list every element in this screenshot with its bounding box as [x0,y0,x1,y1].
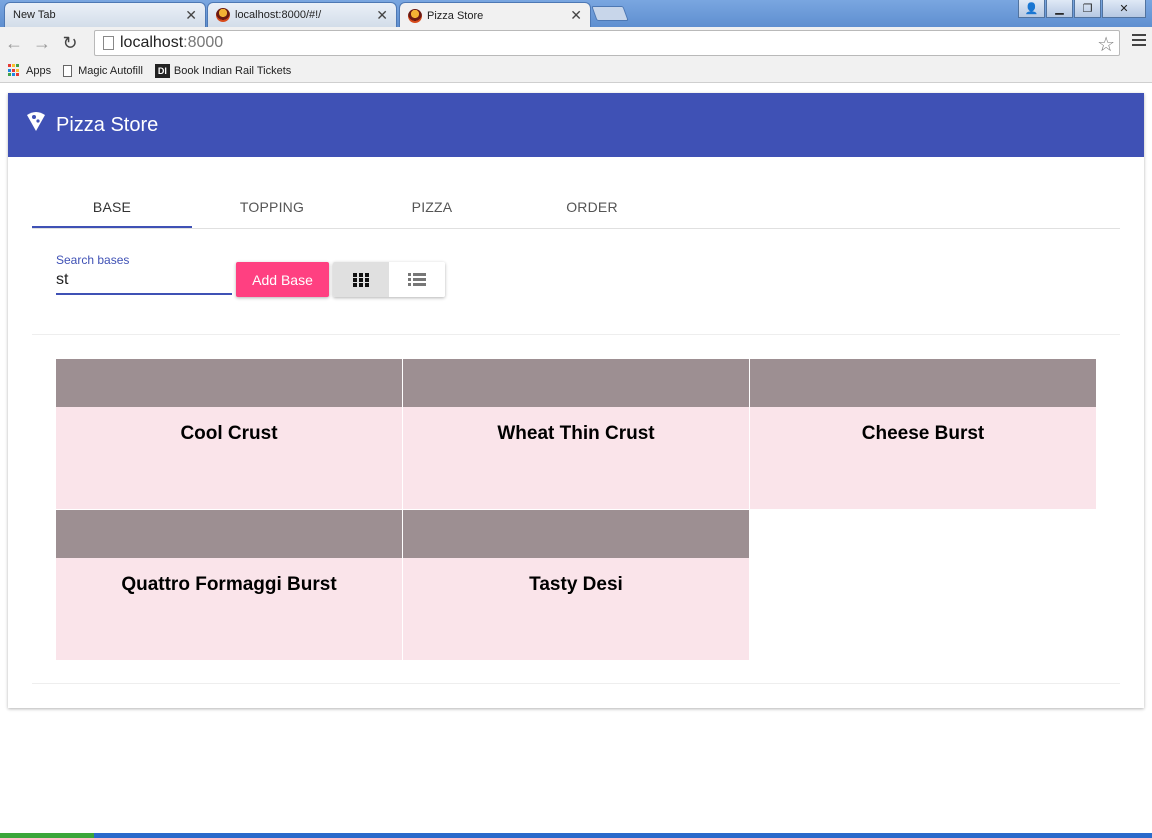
minimize-button[interactable]: ▁ [1046,0,1073,18]
browser-tab-title: Pizza Store [427,9,484,22]
section-tabs: BASE TOPPING PIZZA ORDER [32,191,1120,229]
new-tab-button[interactable] [591,6,629,21]
page-icon [103,36,114,50]
browser-tab-title: localhost:8000/#!/ [235,9,322,21]
search-input[interactable] [56,267,232,295]
base-name: Cool Crust [180,423,278,444]
add-base-button[interactable]: Add Base [236,262,329,297]
base-name: Quattro Formaggi Burst [121,574,337,595]
divider [32,683,1120,684]
tab-topping[interactable]: TOPPING [192,191,352,228]
bookmark-indian-rail[interactable]: DI Book Indian Rail Tickets [154,63,292,78]
browser-tab-title: New Tab [13,9,56,21]
tile-header [56,510,402,558]
base-tile[interactable]: Tasty Desi [403,510,749,660]
close-icon[interactable]: ✕ [376,7,388,24]
bookmark-apps[interactable]: Apps [8,64,51,77]
grid-view-icon [353,272,369,287]
base-tile[interactable]: Cool Crust [56,359,402,509]
back-icon[interactable]: ← [0,29,28,57]
forward-icon[interactable]: → [28,29,56,57]
base-tile[interactable]: Wheat Thin Crust [403,359,749,509]
tile-header [403,359,749,407]
document-icon [63,64,73,77]
pizza-favicon-icon [408,8,422,23]
tab-pizza[interactable]: PIZZA [352,191,512,228]
base-name: Cheese Burst [861,423,985,444]
address-bar[interactable]: localhost:8000 ☆ [94,30,1120,56]
apps-grid-icon [8,64,21,77]
browser-tab-localhost[interactable]: localhost:8000/#!/ ✕ [207,2,397,27]
list-view-button[interactable] [389,262,445,297]
view-toggle [333,262,445,297]
window-controls: 👤 ▁ ❐ ✕ [1017,0,1146,18]
page-viewport: Pizza Store BASE TOPPING PIZZA ORDER Sea… [0,84,1152,833]
base-tile[interactable]: Quattro Formaggi Burst [56,510,402,660]
close-icon[interactable]: ✕ [185,7,197,24]
browser-menu-icon[interactable] [1132,34,1146,49]
list-view-icon [408,272,426,286]
tab-base[interactable]: BASE [32,191,192,228]
app-toolbar: Pizza Store [8,93,1144,157]
base-tile[interactable]: Cheese Burst [750,359,1096,509]
tile-header [56,359,402,407]
window-close-button[interactable]: ✕ [1102,0,1146,18]
reload-icon[interactable]: ↻ [56,29,84,57]
os-taskbar [0,833,1152,838]
start-button[interactable] [0,833,94,838]
pizza-slice-icon [27,112,45,131]
browser-tab-pizza-store[interactable]: Pizza Store ✕ [399,2,591,28]
bookmark-magic-autofill[interactable]: Magic Autofill [63,64,143,77]
bookmark-label: Magic Autofill [78,64,143,77]
divider [32,334,1120,335]
browser-toolbar: ← → ↻ localhost:8000 ☆ [0,27,1152,59]
app-title: Pizza Store [56,113,159,136]
search-label: Search bases [56,253,130,267]
bookmark-label: Apps [26,64,52,77]
browser-tabstrip: New Tab ✕ localhost:8000/#!/ ✕ Pizza Sto… [0,0,1152,28]
bookmark-label: Book Indian Rail Tickets [173,64,292,77]
restore-button[interactable]: ❐ [1074,0,1101,18]
pizza-favicon-icon [216,8,230,22]
bookmarks-bar: Apps Magic Autofill DI Book Indian Rail … [0,59,1152,83]
app-card: Pizza Store BASE TOPPING PIZZA ORDER Sea… [8,93,1144,708]
browser-tab-new-tab[interactable]: New Tab ✕ [4,2,206,27]
di-logo-icon: DI [154,63,170,78]
user-icon[interactable]: 👤 [1018,0,1045,18]
grid-view-button[interactable] [333,262,389,297]
url-host: localhost [120,34,184,51]
base-name: Tasty Desi [529,574,623,595]
tab-order[interactable]: ORDER [512,191,672,228]
tile-header [403,510,749,558]
url-port: :8000 [183,34,224,51]
tile-header [750,359,1096,407]
base-name: Wheat Thin Crust [497,423,655,444]
close-icon[interactable]: ✕ [570,7,582,24]
bookmark-star-icon[interactable]: ☆ [1097,32,1115,57]
